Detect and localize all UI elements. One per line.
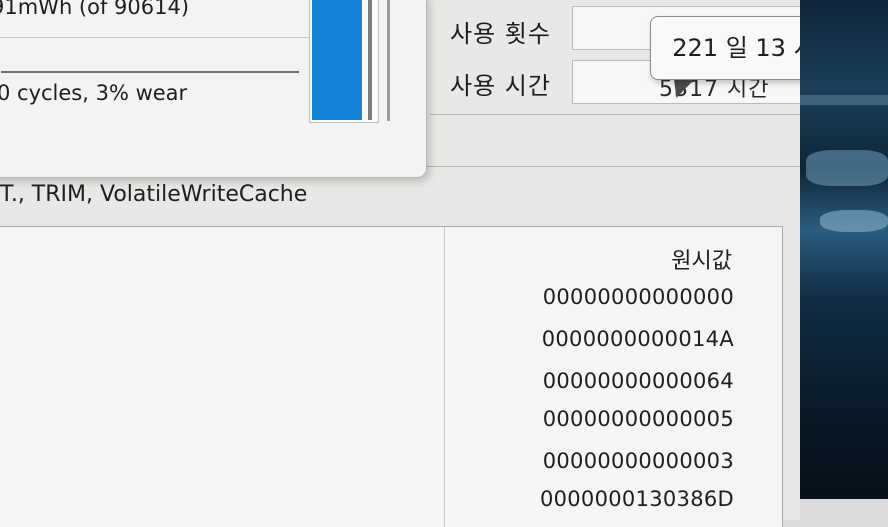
use-time-label: 사용 시간 [450,72,551,100]
raw-value-cell: 0000000130386D [539,487,734,511]
desktop-wallpaper [800,0,888,499]
smart-attributes-table[interactable]: 원시값 00000000000000 0000000000014A 000000… [0,226,783,527]
raw-value-cell: 00000000000003 [542,449,734,473]
battery-info-panel: 91mWh (of 90614) 0 cycles, 3% wear [0,0,427,178]
wallpaper-detail [806,150,888,186]
raw-value-column-header[interactable]: 원시값 [671,243,732,275]
battery-level-fill [312,0,362,120]
wallpaper-detail [800,95,888,105]
divider [430,114,800,115]
column-divider [444,227,445,527]
bar-track [368,0,372,120]
divider [1,71,299,73]
raw-value-cell: 00000000000000 [542,285,734,309]
divider [380,166,800,167]
raw-value-cell: 0000000000014A [541,327,734,351]
wallpaper-detail [820,210,888,232]
panel-edge [387,0,390,121]
raw-value-cell: 00000000000005 [542,407,734,431]
battery-level-bar [309,0,379,123]
use-count-label: 사용 횟수 [450,20,551,48]
features-text: T., TRIM, VolatileWriteCache [0,182,308,207]
app-window: 사용 횟수 사용 시간 5317 시간 T., TRIM, VolatileWr… [0,0,860,527]
raw-value-cell: 00000000000064 [542,369,734,393]
battery-wear-text: 0 cycles, 3% wear [0,81,188,105]
battery-capacity-text: 91mWh (of 90614) [0,0,190,19]
